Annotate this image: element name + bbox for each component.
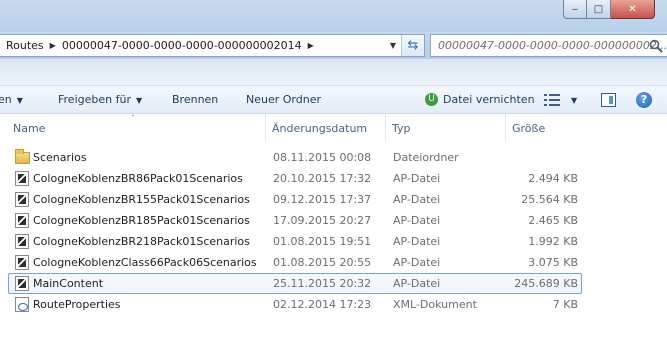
list-item[interactable]: CologneKoblenzBR185Pack01Scenarios 17.09… bbox=[8, 210, 582, 231]
breadcrumb-routes[interactable]: Routes bbox=[6, 39, 44, 52]
list-item[interactable]: CologneKoblenzClass66Pack06Scenarios 01.… bbox=[8, 252, 582, 273]
column-headers: ˄ Name Änderungsdatum Typ Größe bbox=[0, 114, 667, 141]
search-icon[interactable] bbox=[649, 39, 663, 53]
breadcrumb-separator-icon[interactable]: ▶ bbox=[50, 41, 56, 50]
search-placeholder: 00000047-0000-0000-0000-000000002... bbox=[438, 39, 667, 52]
file-name: MainContent bbox=[33, 277, 104, 290]
maximize-button[interactable]: □ bbox=[587, 0, 611, 19]
file-size: 7 KB bbox=[552, 298, 578, 311]
close-button[interactable]: ✕ bbox=[611, 0, 655, 19]
file-name: CologneKoblenzBR86Pack01Scenarios bbox=[33, 172, 243, 185]
window-controls: ‒ □ ✕ bbox=[563, 0, 655, 20]
refresh-button[interactable]: ⇆ bbox=[401, 35, 424, 56]
file-type: AP-Datei bbox=[393, 256, 441, 269]
shred-icon: U bbox=[425, 92, 438, 106]
file-type: AP-Datei bbox=[393, 214, 441, 227]
file-size: 2.494 KB bbox=[528, 172, 578, 185]
file-name: Scenarios bbox=[33, 151, 87, 164]
help-icon[interactable]: ? bbox=[636, 92, 652, 108]
file-type: Dateiordner bbox=[393, 151, 459, 164]
file-name: CologneKoblenzBR155Pack01Scenarios bbox=[33, 193, 250, 206]
navigation-bar: Routes ▶ 00000047-0000-0000-0000-0000000… bbox=[0, 32, 667, 59]
list-item[interactable]: RouteProperties 02.12.2014 17:23 XML-Dok… bbox=[8, 294, 582, 315]
address-history-dropdown-icon[interactable]: ▼ bbox=[386, 39, 400, 53]
list-item[interactable]: CologneKoblenzBR86Pack01Scenarios 20.10.… bbox=[8, 168, 582, 189]
file-size: 245.689 KB bbox=[514, 277, 578, 290]
burn-label: Brennen bbox=[172, 93, 219, 106]
file-name: RouteProperties bbox=[33, 298, 121, 311]
column-header-date[interactable]: Änderungsdatum bbox=[267, 114, 386, 141]
folder-icon bbox=[15, 149, 30, 164]
file-type: XML-Dokument bbox=[393, 298, 477, 311]
file-name: CologneKoblenzClass66Pack06Scenarios bbox=[33, 256, 257, 269]
list-item[interactable]: CologneKoblenzBR155Pack01Scenarios 09.12… bbox=[8, 189, 582, 210]
breadcrumb-route-id[interactable]: 00000047-0000-0000-0000-000000002014 bbox=[62, 39, 302, 52]
list-item[interactable]: CologneKoblenzBR218Pack01Scenarios 01.08… bbox=[8, 231, 582, 252]
ap-file-icon bbox=[15, 171, 29, 186]
file-type: AP-Datei bbox=[393, 235, 441, 248]
ap-file-icon bbox=[15, 192, 29, 207]
file-name: CologneKoblenzBR185Pack01Scenarios bbox=[33, 214, 250, 227]
organize-label: en bbox=[0, 93, 12, 106]
xml-file-icon bbox=[15, 297, 29, 312]
breadcrumb-separator-icon[interactable]: ▶ bbox=[308, 41, 314, 50]
menu-strip bbox=[0, 59, 667, 86]
share-with-label: Freigeben für bbox=[58, 93, 131, 106]
file-size: 1.992 KB bbox=[528, 235, 578, 248]
title-bar: ‒ □ ✕ bbox=[0, 0, 667, 32]
chevron-down-icon: ▼ bbox=[135, 96, 143, 105]
file-size: 25.564 KB bbox=[521, 193, 578, 206]
file-date: 02.12.2014 17:23 bbox=[273, 298, 372, 311]
shred-file-button[interactable]: U Datei vernichten bbox=[425, 86, 535, 114]
minimize-button[interactable]: ‒ bbox=[563, 0, 587, 19]
preview-pane-icon[interactable] bbox=[601, 93, 616, 107]
file-date: 01.08.2015 20:55 bbox=[273, 256, 372, 269]
file-date: 09.12.2015 17:37 bbox=[273, 193, 372, 206]
burn-button[interactable]: Brennen bbox=[172, 86, 218, 114]
address-bar[interactable]: Routes ▶ 00000047-0000-0000-0000-0000000… bbox=[0, 34, 425, 57]
view-options-icon[interactable] bbox=[544, 94, 560, 106]
ap-file-icon bbox=[15, 213, 29, 228]
file-type: AP-Datei bbox=[393, 277, 441, 290]
file-date: 17.09.2015 20:27 bbox=[273, 214, 372, 227]
ap-file-icon bbox=[15, 276, 29, 291]
chevron-down-icon: ▼ bbox=[571, 96, 578, 105]
file-date: 25.11.2015 20:32 bbox=[273, 277, 372, 290]
file-date: 01.08.2015 19:51 bbox=[273, 235, 372, 248]
file-size: 3.075 KB bbox=[528, 256, 578, 269]
column-header-size[interactable]: Größe bbox=[507, 114, 597, 141]
file-type: AP-Datei bbox=[393, 172, 441, 185]
view-options-dropdown[interactable]: ▼ bbox=[571, 86, 577, 114]
file-date: 20.10.2015 17:32 bbox=[273, 172, 372, 185]
list-item[interactable]: MainContent 25.11.2015 20:32 AP-Datei 24… bbox=[8, 273, 582, 294]
new-folder-label: Neuer Ordner bbox=[246, 93, 321, 106]
file-date: 08.11.2015 00:08 bbox=[273, 151, 372, 164]
organize-button[interactable]: en ▼ bbox=[0, 86, 23, 114]
new-folder-button[interactable]: Neuer Ordner bbox=[246, 86, 321, 114]
file-size: 2.465 KB bbox=[528, 214, 578, 227]
list-item[interactable]: Scenarios 08.11.2015 00:08 Dateiordner bbox=[8, 147, 582, 168]
shred-file-label: Datei vernichten bbox=[443, 93, 535, 106]
ap-file-icon bbox=[15, 234, 29, 249]
chevron-down-icon: ▼ bbox=[16, 96, 23, 105]
column-header-name[interactable]: Name bbox=[8, 114, 266, 141]
share-with-button[interactable]: Freigeben für ▼ bbox=[58, 86, 142, 114]
command-bar: en ▼ Freigeben für ▼ Brennen Neuer Ordner … bbox=[0, 86, 667, 114]
ap-file-icon bbox=[15, 255, 29, 270]
search-input[interactable]: 00000047-0000-0000-0000-000000002... bbox=[430, 34, 667, 57]
file-type: AP-Datei bbox=[393, 193, 441, 206]
file-name: CologneKoblenzBR218Pack01Scenarios bbox=[33, 235, 250, 248]
column-header-type[interactable]: Typ bbox=[387, 114, 506, 141]
